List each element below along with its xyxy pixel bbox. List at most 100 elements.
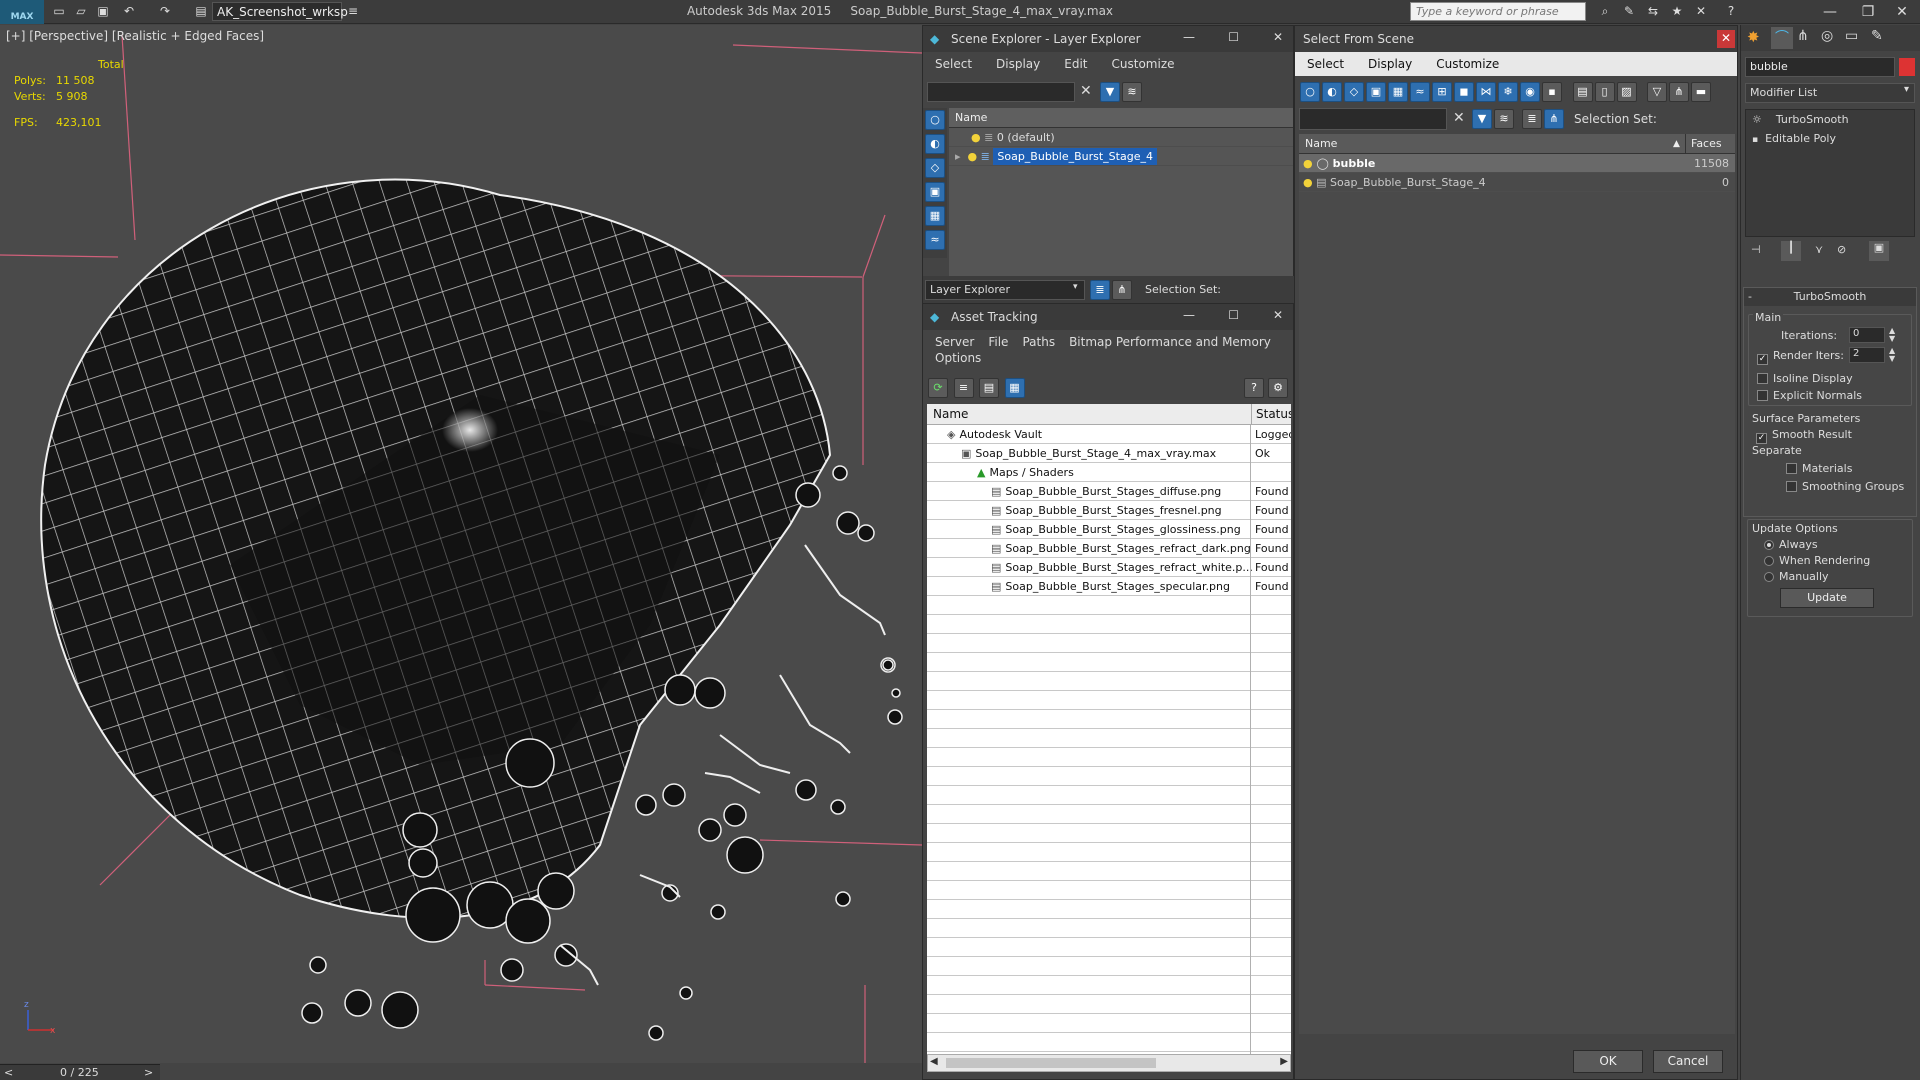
spinner-arrows-icon[interactable]: ▲ ▼	[1889, 327, 1895, 343]
scroll-left-icon[interactable]: ◀	[930, 1056, 938, 1067]
layer-row[interactable]: ● ≣ 0 (default)	[949, 128, 1293, 147]
expand-box-icon[interactable]: ▪	[1752, 135, 1758, 145]
collapse-icon[interactable]: -	[1748, 288, 1752, 306]
star-icon[interactable]: ★	[1668, 3, 1686, 20]
menu-file[interactable]: File	[988, 335, 1008, 349]
modifier-stack-item[interactable]: ▪ Editable Poly	[1746, 129, 1914, 148]
close-icon[interactable]: ✕	[1273, 30, 1283, 44]
asset-row[interactable]: ▤ Soap_Bubble_Burst_Stages_fresnel.png Fou…	[927, 501, 1291, 520]
filter-lights-icon[interactable]: ◇	[925, 158, 945, 178]
asset-row[interactable]: ▤ Soap_Bubble_Burst_Stages_refract_white.…	[927, 558, 1291, 577]
materials-checkbox[interactable]	[1786, 463, 1797, 474]
hierarchy-sort-icon[interactable]: ⋔	[1669, 82, 1689, 102]
filter-shapes-icon[interactable]: ◐	[925, 134, 945, 154]
isoline-checkbox[interactable]	[1757, 373, 1768, 384]
menu-display[interactable]: Display	[996, 57, 1040, 71]
scene-search-input[interactable]	[927, 82, 1075, 102]
scene-object-row[interactable]: ● ◯ bubble 11508	[1299, 154, 1735, 173]
scene-object-row[interactable]: ● ▤ Soap_Bubble_Burst_Stage_4 0	[1299, 173, 1735, 192]
maximize-icon[interactable]: ☐	[1228, 308, 1239, 322]
filter-cameras-icon[interactable]: ▣	[925, 182, 945, 202]
filter-funnel-icon[interactable]: ▽	[1647, 82, 1667, 102]
cancel-button[interactable]: Cancel	[1653, 1050, 1723, 1073]
clear-search-icon[interactable]: ✕	[1080, 83, 1092, 99]
lights-filter-icon[interactable]: ◇	[1344, 82, 1364, 102]
manually-radio[interactable]	[1764, 572, 1774, 582]
app-logo[interactable]: MAX	[0, 0, 44, 24]
sort-ascending-icon[interactable]: ▲	[1673, 134, 1680, 154]
object-name-input[interactable]: bubble	[1745, 57, 1895, 77]
smooth-result-checkbox[interactable]: ✓	[1756, 433, 1767, 444]
light-bulb-icon[interactable]: ●	[1303, 176, 1313, 189]
restore-icon[interactable]: ❐	[1850, 2, 1886, 22]
hidden-filter-icon[interactable]: ◉	[1520, 82, 1540, 102]
bones-filter-icon[interactable]: ⋈	[1476, 82, 1496, 102]
close-icon[interactable]: ✕	[1273, 308, 1283, 322]
save-file-icon[interactable]: ▣	[94, 3, 112, 20]
filter-helpers-icon[interactable]: ▦	[925, 206, 945, 226]
render-iters-checkbox[interactable]: ✓	[1757, 354, 1768, 365]
render-iters-spinner[interactable]: 2	[1849, 347, 1885, 363]
asset-row[interactable]: ▲ Maps / Shaders	[927, 463, 1291, 482]
rollout-header[interactable]: - TurboSmooth	[1744, 288, 1916, 306]
open-file-icon[interactable]: ▱	[72, 3, 90, 20]
tools-icon[interactable]: ✎	[1620, 3, 1638, 20]
collapse-icon[interactable]: ▬	[1691, 82, 1711, 102]
time-prev-button[interactable]: <	[4, 1066, 13, 1079]
asset-row[interactable]: ▤ Soap_Bubble_Burst_Stages_specular.png Fo…	[927, 577, 1291, 596]
asset-row[interactable]: ▤ Soap_Bubble_Burst_Stages_diffuse.png Fou…	[927, 482, 1291, 501]
menu-bitmap-performance[interactable]: Bitmap Performance and Memory	[1069, 335, 1271, 349]
spacewarps-filter-icon[interactable]: ≈	[1410, 82, 1430, 102]
utilities-tab-icon[interactable]: ✎	[1871, 28, 1883, 44]
select-all-icon[interactable]: ▤	[1572, 82, 1593, 102]
redo-icon[interactable]: ↷	[156, 3, 174, 20]
always-radio[interactable]	[1764, 540, 1774, 550]
layer-explorer-icon[interactable]: ≣	[1090, 280, 1110, 300]
chevron-down-icon[interactable]: ▾	[1073, 282, 1078, 292]
modifier-stack-item[interactable]: ☼ TurboSmooth	[1746, 110, 1914, 129]
close-icon[interactable]: ✕	[1884, 2, 1920, 22]
asset-row[interactable]: ▤ Soap_Bubble_Burst_Stages_refract_dark.p…	[927, 539, 1291, 558]
xref-filter-icon[interactable]: ◼	[1454, 82, 1474, 102]
filter-geometry-icon[interactable]: ○	[925, 110, 945, 130]
asset-row[interactable]: ▣ Soap_Bubble_Burst_Stage_4_max_vray.max O…	[927, 444, 1291, 463]
help-icon[interactable]: ?	[1244, 378, 1264, 398]
layers-icon[interactable]: ≋	[1122, 82, 1142, 102]
col-name[interactable]: Name	[1305, 137, 1337, 150]
layer-list-header[interactable]: Name	[949, 108, 1293, 128]
helpers-filter-icon[interactable]: ▦	[1388, 82, 1408, 102]
scroll-right-icon[interactable]: ▶	[1280, 1056, 1288, 1067]
list-view-icon[interactable]: ≡	[953, 378, 974, 398]
frozen-filter-icon[interactable]: ❄	[1498, 82, 1518, 102]
spinner-arrows-icon[interactable]: ▲ ▼	[1889, 347, 1895, 363]
workspace-dropdown[interactable]: AK_Screenshot_wrksp	[212, 2, 348, 21]
menu-customize[interactable]: Customize	[1112, 57, 1175, 71]
scroll-thumb[interactable]	[946, 1058, 1156, 1068]
geometry-filter-icon[interactable]: ○	[1300, 82, 1320, 102]
iterations-spinner[interactable]: 0	[1849, 327, 1885, 343]
menu-edit[interactable]: Edit	[1064, 57, 1087, 71]
show-end-result-icon[interactable]: ┃	[1781, 241, 1801, 261]
time-next-button[interactable]: >	[144, 1066, 153, 1079]
remove-modifier-icon[interactable]: ⊘	[1837, 243, 1846, 256]
horizontal-scrollbar[interactable]: ◀ ▶	[927, 1054, 1291, 1072]
make-unique-icon[interactable]: ⋎	[1815, 243, 1823, 256]
display-all-icon[interactable]: ▪	[1542, 82, 1562, 102]
explorer-type-dropdown[interactable]: Layer Explorer	[925, 280, 1085, 300]
display-tab-icon[interactable]: ▭	[1845, 28, 1858, 44]
close-icon[interactable]: ✕	[1717, 30, 1735, 48]
menu-select[interactable]: Select	[1307, 57, 1344, 71]
menu-select[interactable]: Select	[935, 57, 972, 71]
configure-sets-icon[interactable]: ▣	[1869, 241, 1889, 261]
menu-customize[interactable]: Customize	[1436, 57, 1499, 71]
filter-icon[interactable]: ▼	[1472, 109, 1492, 129]
light-bulb-icon[interactable]: ●	[1303, 157, 1313, 170]
filter-icon[interactable]: ▼	[1100, 82, 1120, 102]
create-tab-icon[interactable]: ✸	[1747, 28, 1760, 46]
col-status[interactable]: Status	[1251, 404, 1291, 425]
layer-stack-icon[interactable]: ≣	[1522, 109, 1542, 129]
select-search-input[interactable]	[1299, 108, 1447, 130]
object-color-swatch[interactable]	[1899, 58, 1915, 76]
minimize-icon[interactable]: —	[1812, 2, 1848, 22]
viewport-label[interactable]: [+] [Perspective] [Realistic + Edged Fac…	[6, 29, 264, 43]
